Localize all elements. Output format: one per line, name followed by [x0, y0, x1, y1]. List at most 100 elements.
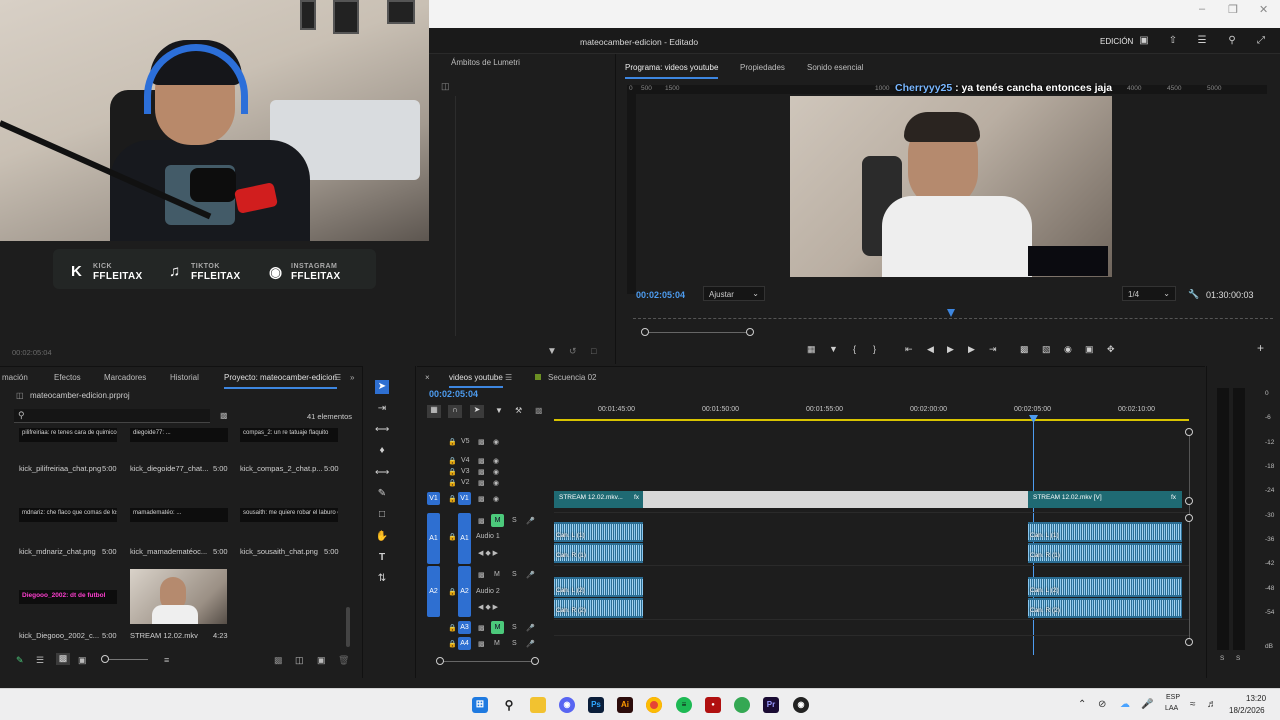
- item-thumbnail[interactable]: mamadematéo: ...: [130, 508, 228, 522]
- recorder-icon[interactable]: ●: [705, 697, 721, 713]
- keyframe-nav-icon[interactable]: ◀ ◆ ▶: [478, 549, 498, 557]
- video-clip[interactable]: STREAM 12.02.mkv [V] fx: [1028, 491, 1182, 508]
- new-bin-icon[interactable]: ▩: [220, 411, 228, 420]
- tab-properties[interactable]: Propiedades: [740, 63, 785, 72]
- list-view-icon[interactable]: ☰: [36, 655, 44, 666]
- nest-icon[interactable]: ▦: [427, 405, 441, 418]
- workspace-label[interactable]: EDICIÓN: [1100, 37, 1133, 46]
- track-select-icon[interactable]: ⇥: [375, 402, 389, 416]
- compare-icon[interactable]: ▣: [1085, 344, 1094, 355]
- scrollbar[interactable]: [346, 607, 350, 647]
- audio-clip-channel[interactable]: Can. L (1): [554, 522, 643, 542]
- mute-button[interactable]: M: [491, 514, 504, 527]
- photoshop-icon[interactable]: Ps: [588, 697, 604, 713]
- marker-icon[interactable]: ▼: [829, 344, 838, 354]
- item-thumbnail[interactable]: mdnariz: che flaco que comas de los ter: [19, 508, 117, 522]
- program-video-frame[interactable]: [790, 96, 1112, 277]
- export-frame-icon[interactable]: □: [591, 346, 596, 356]
- item-name[interactable]: kick_Diegooo_2002_c...: [19, 631, 99, 640]
- audio-clip-channel[interactable]: Can. L (1): [1028, 522, 1182, 542]
- audio-clip-channel[interactable]: Can. R (1): [554, 543, 643, 563]
- wrench-icon[interactable]: 🔧: [1188, 289, 1199, 300]
- trash-icon[interactable]: 🗑: [338, 655, 349, 666]
- vertical-scrollbar[interactable]: [1189, 429, 1190, 643]
- track-target-v1[interactable]: V1: [458, 492, 471, 505]
- tab-project[interactable]: Proyecto: mateocamber-edicion: [224, 373, 337, 389]
- track-target-a3[interactable]: A3: [458, 621, 471, 634]
- tab-sequence-youtube[interactable]: videos youtube: [449, 373, 503, 388]
- clock-time[interactable]: 13:20: [1246, 694, 1266, 703]
- automate-icon[interactable]: ▩: [274, 655, 283, 666]
- panel-toggle-icon[interactable]: ◫: [441, 81, 450, 92]
- sync-icon[interactable]: ▩: [478, 468, 485, 476]
- audio-clip-channel[interactable]: Can. L (2): [554, 577, 643, 597]
- wrench-icon[interactable]: ↺: [569, 346, 577, 357]
- video-clip[interactable]: STREAM 12.02.mkv... fx: [554, 491, 643, 508]
- sync-icon[interactable]: ▩: [478, 438, 485, 446]
- hand-icon[interactable]: ✋: [375, 530, 389, 544]
- slip-icon[interactable]: ⟷: [375, 466, 389, 480]
- mic-icon[interactable]: 🎤: [526, 640, 535, 648]
- audio-clip-channel[interactable]: Can. R (2): [1028, 598, 1182, 618]
- rectangle-icon[interactable]: □: [375, 508, 389, 522]
- step-back-icon[interactable]: ◀: [927, 344, 934, 355]
- insert-icon[interactable]: ▩: [1020, 344, 1029, 355]
- mic-icon[interactable]: 🎤: [526, 571, 535, 579]
- close-icon[interactable]: ×: [425, 373, 430, 382]
- maximize-icon[interactable]: ❐: [1228, 3, 1238, 16]
- sync-icon[interactable]: ▩: [478, 640, 485, 648]
- scroll-handle[interactable]: [1185, 428, 1193, 436]
- zoom-slider-handle[interactable]: [101, 655, 109, 663]
- go-to-out-icon[interactable]: ⇥: [989, 344, 997, 355]
- solo-button[interactable]: S: [512, 571, 517, 578]
- network-off-icon[interactable]: ⊘: [1098, 699, 1106, 710]
- export-icon[interactable]: ⇧: [1167, 35, 1179, 47]
- spotify-icon[interactable]: ≡: [676, 697, 692, 713]
- item-name[interactable]: kick_mdnariz_chat.png: [19, 547, 96, 556]
- file-explorer-icon[interactable]: [530, 697, 546, 713]
- track-target-a1[interactable]: A1: [458, 513, 471, 564]
- sync-icon[interactable]: ▩: [478, 457, 485, 465]
- lock-icon[interactable]: 🔒: [448, 495, 457, 503]
- timeline-zoom-bar[interactable]: [439, 661, 535, 662]
- go-to-in-icon[interactable]: ⇤: [905, 344, 913, 355]
- eye-icon[interactable]: ◉: [493, 457, 499, 465]
- wifi-icon[interactable]: ≈: [1190, 699, 1196, 710]
- program-timecode[interactable]: 00:02:05:04: [636, 290, 685, 300]
- sequence-menu-icon[interactable]: ☰: [505, 373, 512, 382]
- solo-button[interactable]: S: [512, 517, 517, 524]
- item-name[interactable]: STREAM 12.02.mkv: [130, 631, 198, 640]
- scroll-handle[interactable]: [1185, 497, 1193, 505]
- close-icon[interactable]: ✕: [1259, 3, 1268, 16]
- mute-button[interactable]: M: [491, 621, 504, 634]
- eye-icon[interactable]: ◉: [493, 479, 499, 487]
- chrome-alt-icon[interactable]: [734, 697, 750, 713]
- item-thumbnail[interactable]: compas_2: un re tatuaje flaquito: [240, 428, 338, 442]
- eye-icon[interactable]: ◉: [493, 438, 499, 446]
- track-target-a4[interactable]: A4: [458, 637, 471, 650]
- meter-solo-left[interactable]: S: [1220, 655, 1224, 662]
- lock-icon[interactable]: 🔒: [448, 438, 457, 446]
- source-patch-v1[interactable]: V1: [427, 492, 440, 505]
- icon-view-icon[interactable]: ▩: [56, 653, 70, 665]
- mic-tray-icon[interactable]: 🎤: [1141, 699, 1153, 710]
- lock-icon[interactable]: 🔒: [448, 624, 457, 632]
- discord-icon[interactable]: ◉: [559, 697, 575, 713]
- new-item-icon[interactable]: ▣: [317, 655, 326, 666]
- zoom-handle-left[interactable]: [641, 328, 649, 336]
- remix-icon[interactable]: ⇅: [375, 572, 389, 586]
- type-icon[interactable]: T: [375, 551, 389, 565]
- tab-sequence-02[interactable]: Secuencia 02: [548, 373, 596, 382]
- source-patch-a2[interactable]: A2: [427, 566, 440, 617]
- lock-icon[interactable]: 🔒: [448, 640, 457, 648]
- program-zoom-bar[interactable]: [643, 332, 751, 333]
- minimize-icon[interactable]: –: [1199, 3, 1205, 15]
- tab-history[interactable]: Historial: [170, 373, 199, 382]
- search-icon[interactable]: ⚲: [1226, 35, 1238, 47]
- language-layout-label[interactable]: LAA: [1165, 705, 1178, 712]
- meter-solo-right[interactable]: S: [1236, 655, 1240, 662]
- solo-button[interactable]: S: [512, 640, 517, 647]
- add-button-icon[interactable]: +: [1257, 341, 1264, 355]
- chevron-up-icon[interactable]: ⌃: [1078, 699, 1086, 710]
- zoom-handle-right[interactable]: [746, 328, 754, 336]
